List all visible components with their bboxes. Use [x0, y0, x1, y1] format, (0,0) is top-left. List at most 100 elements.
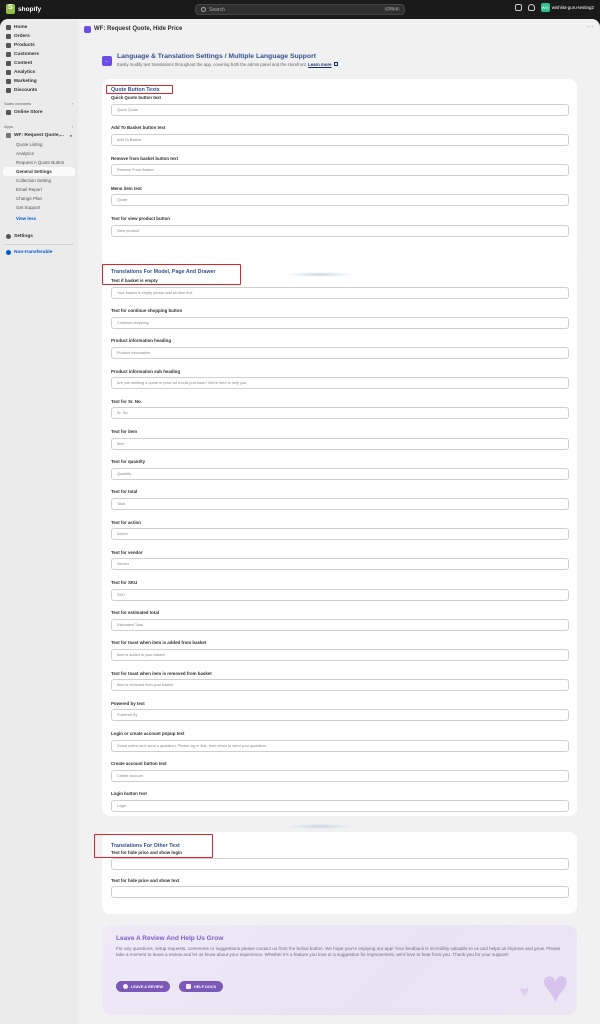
text-field[interactable]: Sr. No. — [111, 407, 569, 420]
sidebar-item-orders[interactable]: Orders — [0, 32, 78, 41]
field-value: Product Information — [117, 350, 151, 355]
sidebar-item-content[interactable]: Content — [0, 59, 78, 68]
orders-icon — [6, 34, 11, 39]
sidebar-subitem-analytics[interactable]: Analytics — [0, 149, 78, 158]
text-field[interactable] — [111, 885, 569, 898]
sidebar-item-analytics[interactable]: Analytics — [0, 68, 78, 77]
help-docs-button[interactable]: HELP DOCS — [179, 981, 224, 992]
sidebar-item-label: Home — [14, 25, 28, 30]
sidebar-subitem-general-settings[interactable]: General Settings — [3, 167, 75, 176]
store-switcher[interactable]: WG wishlist-guru-testing2 — [540, 3, 594, 12]
sidebar-subitem-label: Collection Setting — [16, 178, 52, 183]
section-divider — [285, 272, 355, 277]
text-field[interactable]: Add To Basket — [111, 133, 569, 146]
text-field[interactable]: Item is removed from your basket — [111, 679, 569, 692]
back-button[interactable]: ← — [102, 56, 112, 66]
review-text: For any questions, setup requests, comme… — [116, 946, 561, 958]
text-field[interactable]: Login — [111, 799, 569, 812]
text-field[interactable]: SKU — [111, 588, 569, 601]
field-value: Quick Quote — [117, 107, 139, 112]
app-icon — [6, 133, 11, 138]
highlight-box — [106, 85, 173, 94]
text-field[interactable]: Total — [111, 497, 569, 510]
brand-name: shopify — [18, 5, 42, 13]
inbox-icon[interactable] — [514, 4, 522, 11]
field-label: Quick Quote button text — [111, 95, 162, 100]
external-link-icon — [333, 62, 338, 66]
text-field[interactable]: Product Information — [111, 346, 569, 359]
field-value: Powered By — [117, 713, 138, 718]
text-field[interactable]: Are you seeking a quote or price for a b… — [111, 377, 569, 390]
discounts-icon — [6, 88, 11, 93]
shopify-logo[interactable]: shopify — [6, 4, 41, 14]
text-field[interactable]: Item is added to your basket — [111, 648, 569, 661]
view-less-label: View less — [16, 216, 37, 221]
text-field[interactable]: Vendor — [111, 558, 569, 571]
text-field[interactable]: Your basket is empty please add an item … — [111, 286, 569, 299]
app-icon — [84, 25, 91, 33]
field-value: Are you seeking a quote or price for a b… — [117, 381, 248, 386]
field-label: Login button text — [111, 791, 147, 797]
field-label: Text for hide price and show login — [111, 850, 182, 855]
sidebar-item-customers[interactable]: Customers — [0, 50, 78, 59]
non-transferable-badge[interactable]: Non-transferable — [0, 248, 78, 257]
field-label: Text for hide price and show text — [111, 878, 180, 883]
sidebar-item-settings[interactable]: Settings — [0, 232, 78, 241]
sales-channels-header[interactable]: Sales channels › — [0, 99, 78, 108]
text-field[interactable]: Remove From Basket — [111, 164, 569, 177]
store-name: wishlist-guru-testing2 — [551, 5, 594, 10]
sidebar-item-marketing[interactable]: Marketing — [0, 77, 78, 86]
sidebar-subitem-email-report[interactable]: Email Report — [0, 185, 78, 194]
text-field[interactable]: View product — [111, 224, 569, 237]
field-label: Text for SKU — [111, 580, 138, 585]
bell-icon[interactable] — [527, 4, 535, 11]
sidebar-subitem-label: Email Report — [16, 187, 43, 192]
field-value: Login — [117, 803, 127, 808]
text-field[interactable]: Continue shopping — [111, 316, 569, 329]
text-field[interactable]: Item — [111, 437, 569, 450]
sidebar-subitem-quote-listing[interactable]: Quote Listing — [0, 140, 78, 149]
text-field[interactable]: Quote — [111, 194, 569, 207]
text-field[interactable]: Quick Quote — [111, 103, 569, 116]
sidebar-subitem-request-a-quote-button[interactable]: Request A Quote Button — [0, 158, 78, 167]
sidebar-item-label: Content — [14, 61, 33, 66]
field-label: Text for quantity — [111, 459, 146, 465]
text-field[interactable]: Action — [111, 528, 569, 541]
text-field[interactable]: Quantity — [111, 467, 569, 480]
page-title: Language & Translation Settings / Multip… — [117, 53, 317, 60]
text-field[interactable]: Powered By — [111, 709, 569, 722]
field-label: Create account button text — [111, 761, 167, 767]
learn-more-link[interactable]: Learn more — [308, 62, 331, 67]
sidebar-item-discounts[interactable]: Discounts — [0, 86, 78, 95]
top-bar: shopify Search CTRL K WG wishlist-guru-t… — [0, 0, 600, 19]
search-input[interactable]: Search CTRL K — [195, 4, 405, 15]
main-content: WF: Request Quote, Hide Price ··· ← Lang… — [78, 19, 600, 1024]
text-field[interactable] — [111, 857, 569, 870]
sidebar-divider — [4, 244, 74, 245]
text-field[interactable]: Guest users can't send a quotation. Plea… — [111, 739, 569, 752]
field-label: Text for action — [111, 519, 141, 525]
pin-icon[interactable]: ● — [70, 133, 72, 138]
field-label: Remove from basket button text — [111, 155, 179, 161]
section-divider — [285, 824, 355, 829]
leave-review-button[interactable]: LEAVE A REVIEW — [116, 981, 170, 992]
settings-card: Quote Button Texts Quick Quote button tex… — [102, 79, 577, 269]
text-field[interactable]: Create account — [111, 769, 569, 782]
apps-header[interactable]: Apps › — [0, 122, 78, 131]
sidebar-item-app[interactable]: WF: Request Quote,... ● — [0, 131, 78, 140]
field-value: Action — [117, 532, 128, 537]
sidebar-subitem-label: Change Plan — [16, 196, 43, 201]
sidebar-subitem-collection-setting[interactable]: Collection Setting — [0, 176, 78, 185]
text-field[interactable]: Estimated Total — [111, 618, 569, 631]
sidebar-subitem-change-plan[interactable]: Change Plan — [0, 194, 78, 203]
leave-review-label: LEAVE A REVIEW — [131, 984, 163, 989]
search-placeholder: Search — [209, 6, 225, 13]
sidebar-subitem-get-support[interactable]: Get Support — [0, 203, 78, 212]
sidebar-item-online-store[interactable]: Online Store — [0, 108, 78, 117]
more-actions-icon[interactable]: ··· — [587, 24, 595, 30]
view-less-link[interactable]: View less — [0, 214, 78, 223]
sidebar-subitem-label: Quote Listing — [16, 142, 43, 147]
sidebar-item-home[interactable]: Home — [0, 23, 78, 32]
sidebar-item-label: Orders — [14, 34, 30, 39]
sidebar-item-products[interactable]: Products — [0, 41, 78, 50]
